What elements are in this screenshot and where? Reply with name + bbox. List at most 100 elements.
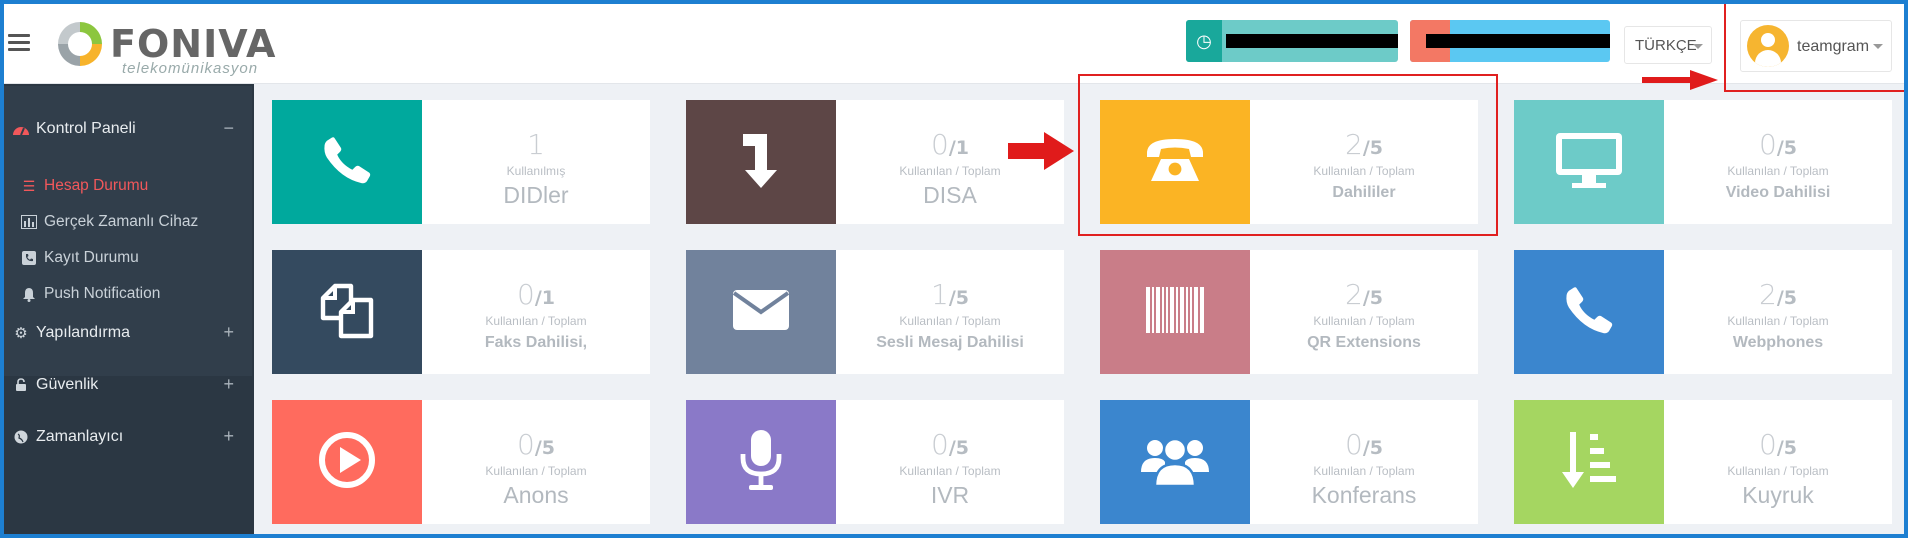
play-circle-icon bbox=[317, 430, 377, 495]
sidebar-item-label: Zamanlayıcı bbox=[36, 428, 124, 445]
sidebar-item-kontrol-paneli[interactable]: Kontrol Paneli − bbox=[12, 114, 244, 144]
tile-total: 5 bbox=[1783, 287, 1797, 309]
sidebar-subitem-gercek-zamanli-cihaz[interactable]: Gerçek Zamanlı Cihaz bbox=[20, 208, 198, 236]
tile-info: 0/5 Kullanılan / Toplam IVR bbox=[836, 400, 1064, 524]
tile-total: 5 bbox=[1369, 437, 1383, 459]
tile-icon-box bbox=[1100, 250, 1250, 374]
tile-didler[interactable]: 1 Kullanılmış DIDler bbox=[272, 100, 650, 224]
microphone-icon bbox=[739, 428, 783, 497]
language-label: TÜRKÇE bbox=[1635, 37, 1697, 54]
highlight-box-user bbox=[1724, 4, 1904, 92]
tile-label: Kuyruk bbox=[1742, 482, 1814, 508]
tile-total: 5 bbox=[541, 437, 555, 459]
language-selector[interactable]: TÜRKÇE bbox=[1624, 26, 1712, 64]
tile-label: Faks Dahilisi, bbox=[484, 334, 588, 351]
tile-total: 5 bbox=[1783, 437, 1797, 459]
tile-icon-box bbox=[272, 250, 422, 374]
tile-used: 0 bbox=[1758, 128, 1777, 161]
tile-count: 2/5 bbox=[1664, 278, 1892, 311]
tile-sublabel: Kullanılan / Toplam bbox=[899, 464, 1001, 478]
tile-info: 2/5 Kullanılan / Toplam Webphones bbox=[1664, 250, 1892, 374]
tile-sublabel: Kullanılan / Toplam bbox=[1727, 314, 1829, 328]
header-status-box-2[interactable] bbox=[1410, 20, 1610, 62]
tile-info: 0/5 Kullanılan / Toplam Video Dahilisi bbox=[1664, 100, 1892, 224]
tile-qr-extensions[interactable]: 2/5 Kullanılan / Toplam QR Extensions bbox=[1100, 250, 1478, 374]
tile-faks-dahilisi[interactable]: 0/1 Kullanılan / Toplam Faks Dahilisi, bbox=[272, 250, 650, 374]
redacted-bar bbox=[1226, 34, 1398, 48]
tile-icon-box bbox=[272, 400, 422, 524]
tile-label: Webphones bbox=[1732, 334, 1824, 351]
tile-count-separator: / bbox=[1776, 137, 1784, 159]
sidebar-subitem-label: Gerçek Zamanlı Cihaz bbox=[44, 213, 199, 230]
tile-used: 0 bbox=[1758, 428, 1777, 461]
tile-label: Konferans bbox=[1311, 482, 1417, 508]
sidebar-item-label: Güvenlik bbox=[36, 376, 99, 393]
sidebar: Kontrol Paneli − ☰ Hesap Durumu Gerçek Z… bbox=[4, 84, 254, 534]
tile-sublabel: Kullanılan / Toplam bbox=[1313, 464, 1415, 478]
header-status-box-1[interactable]: ◷ bbox=[1186, 20, 1398, 62]
sidebar-subitem-kayit-durumu[interactable]: Kayıt Durumu bbox=[20, 244, 139, 272]
sidebar-item-label: Yapılandırma bbox=[36, 324, 130, 341]
sidebar-subitem-push-notification[interactable]: Push Notification bbox=[20, 280, 160, 308]
tile-webphones[interactable]: 2/5 Kullanılan / Toplam Webphones bbox=[1514, 250, 1892, 374]
tile-label: QR Extensions bbox=[1307, 334, 1421, 351]
sidebar-item-guvenlik[interactable]: Güvenlik + bbox=[12, 370, 244, 400]
tile-icon-box bbox=[1514, 400, 1664, 524]
tile-sublabel: Kullanılmış bbox=[506, 164, 566, 178]
arrow-turn-down-icon bbox=[739, 130, 783, 195]
sidebar-item-yapilandirma[interactable]: ⚙ Yapılandırma + bbox=[12, 318, 244, 348]
tile-count: 0/5 bbox=[422, 428, 650, 461]
tile-sesli-mesaj-dahilisi[interactable]: 1/5 Kullanılan / Toplam Sesli Mesaj Dahili… bbox=[686, 250, 1064, 374]
expand-indicator[interactable]: + bbox=[223, 426, 234, 447]
bar-chart-icon bbox=[20, 213, 38, 231]
tile-count-separator: / bbox=[534, 287, 542, 309]
users-icon bbox=[1139, 432, 1211, 493]
tile-count: 1/5 bbox=[836, 278, 1064, 311]
tile-used: 0 bbox=[930, 428, 949, 461]
app-frame: FONIVA telekomünikasyon ◷ TÜRKÇE teamgra… bbox=[4, 4, 1904, 534]
sidebar-item-zamanlayici[interactable]: Zamanlayıcı + bbox=[12, 422, 244, 452]
tile-total: 5 bbox=[955, 287, 969, 309]
tile-label: Video Dahilisi bbox=[1725, 184, 1831, 201]
tile-anons[interactable]: 0/5 Kullanılan / Toplam Anons bbox=[272, 400, 650, 524]
tile-info: 0/5 Kullanılan / Toplam Anons bbox=[422, 400, 650, 524]
tile-count-separator: / bbox=[1362, 437, 1370, 459]
sidebar-subitem-label: Push Notification bbox=[44, 285, 161, 302]
tile-info: 0/5 Kullanılan / Toplam Konferans bbox=[1250, 400, 1478, 524]
tile-sublabel: Kullanılan / Toplam bbox=[485, 464, 587, 478]
dashboard-icon bbox=[12, 120, 30, 138]
tile-label: Sesli Mesaj Dahilisi bbox=[876, 334, 1024, 351]
tile-total: 5 bbox=[955, 437, 969, 459]
sort-list-icon bbox=[1562, 430, 1616, 495]
menu-toggle-icon[interactable] bbox=[8, 34, 30, 52]
tile-info: 1/5 Kullanılan / Toplam Sesli Mesaj Dahili… bbox=[836, 250, 1064, 374]
tile-ivr[interactable]: 0/5 Kullanılan / Toplam IVR bbox=[686, 400, 1064, 524]
tile-count: 2/5 bbox=[1250, 278, 1478, 311]
tile-used: 1 bbox=[930, 278, 949, 311]
tile-konferans[interactable]: 0/5 Kullanılan / Toplam Konferans bbox=[1100, 400, 1478, 524]
expand-indicator[interactable]: + bbox=[223, 322, 234, 343]
sidebar-item-label: Kontrol Paneli bbox=[36, 120, 136, 137]
tile-info: 0/1 Kullanılan / Toplam Faks Dahilisi, bbox=[422, 250, 650, 374]
collapse-indicator[interactable]: − bbox=[223, 118, 234, 139]
tile-total: 1 bbox=[541, 287, 555, 309]
tile-sublabel: Kullanılan / Toplam bbox=[1727, 164, 1829, 178]
logo-swirl-icon bbox=[58, 22, 102, 66]
copy-icon bbox=[319, 280, 375, 345]
tile-info: 1 Kullanılmış DIDler bbox=[422, 100, 650, 224]
tile-info: 0/5 Kullanılan / Toplam Kuyruk bbox=[1664, 400, 1892, 524]
phone-square-icon bbox=[20, 249, 38, 267]
tile-used: 1 bbox=[527, 128, 545, 161]
expand-indicator[interactable]: + bbox=[223, 374, 234, 395]
tile-video-dahilisi[interactable]: 0/5 Kullanılan / Toplam Video Dahilisi bbox=[1514, 100, 1892, 224]
tile-kuyruk[interactable]: 0/5 Kullanılan / Toplam Kuyruk bbox=[1514, 400, 1892, 524]
top-header: FONIVA telekomünikasyon ◷ TÜRKÇE teamgra… bbox=[4, 4, 1904, 84]
foniva-logo[interactable]: FONIVA telekomünikasyon bbox=[52, 16, 292, 77]
tile-info: 2/5 Kullanılan / Toplam QR Extensions bbox=[1250, 250, 1478, 374]
monitor-icon bbox=[1554, 131, 1624, 194]
envelope-icon bbox=[731, 288, 791, 337]
lock-icon bbox=[12, 376, 30, 394]
sidebar-subitem-hesap-durumu[interactable]: ☰ Hesap Durumu bbox=[20, 172, 149, 200]
tile-used: 0 bbox=[516, 428, 535, 461]
tile-count-separator: / bbox=[948, 437, 956, 459]
